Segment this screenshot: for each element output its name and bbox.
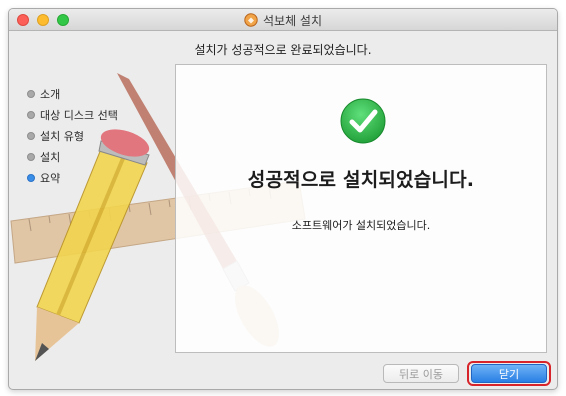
back-button[interactable]: 뒤로 이동 xyxy=(383,364,459,383)
step-label: 소개 xyxy=(40,87,61,101)
step-bullet-icon xyxy=(27,89,35,98)
installer-package-icon xyxy=(244,13,258,27)
close-button[interactable]: 닫기 xyxy=(471,364,547,383)
installer-window: 석보체 설치 설치가 성공적으로 완료되었습니다. 소개 대상 디스크 선택 설… xyxy=(8,8,558,390)
step-label: 설치 유형 xyxy=(40,129,84,143)
success-message: 소프트웨어가 설치되었습니다. xyxy=(291,219,431,232)
step-item-introduction: 소개 xyxy=(27,83,118,104)
installer-step-list: 소개 대상 디스크 선택 설치 유형 설치 요약 xyxy=(27,83,118,188)
step-bullet-icon xyxy=(27,152,35,161)
step-item-installation: 설치 xyxy=(27,146,118,167)
window-title: 석보체 설치 xyxy=(262,13,322,28)
title-bar[interactable]: 석보체 설치 xyxy=(9,9,557,31)
installer-subtitle: 설치가 성공적으로 완료되었습니다. xyxy=(194,43,372,57)
step-label: 대상 디스크 선택 xyxy=(40,108,118,122)
step-label: 요약 xyxy=(40,171,61,185)
checkmark-circle-icon xyxy=(339,97,387,145)
title-group: 석보체 설치 xyxy=(9,9,557,31)
step-item-destination: 대상 디스크 선택 xyxy=(27,104,118,125)
step-item-installation-type: 설치 유형 xyxy=(27,125,118,146)
step-item-summary: 요약 xyxy=(27,167,118,188)
step-bullet-active-icon xyxy=(27,173,35,182)
step-bullet-icon xyxy=(27,131,35,140)
summary-content-pane: 성공적으로 설치되었습니다. 소프트웨어가 설치되었습니다. xyxy=(175,64,547,353)
step-label: 설치 xyxy=(40,150,61,164)
success-heading: 성공적으로 설치되었습니다. xyxy=(247,169,475,191)
step-bullet-icon xyxy=(27,110,35,119)
